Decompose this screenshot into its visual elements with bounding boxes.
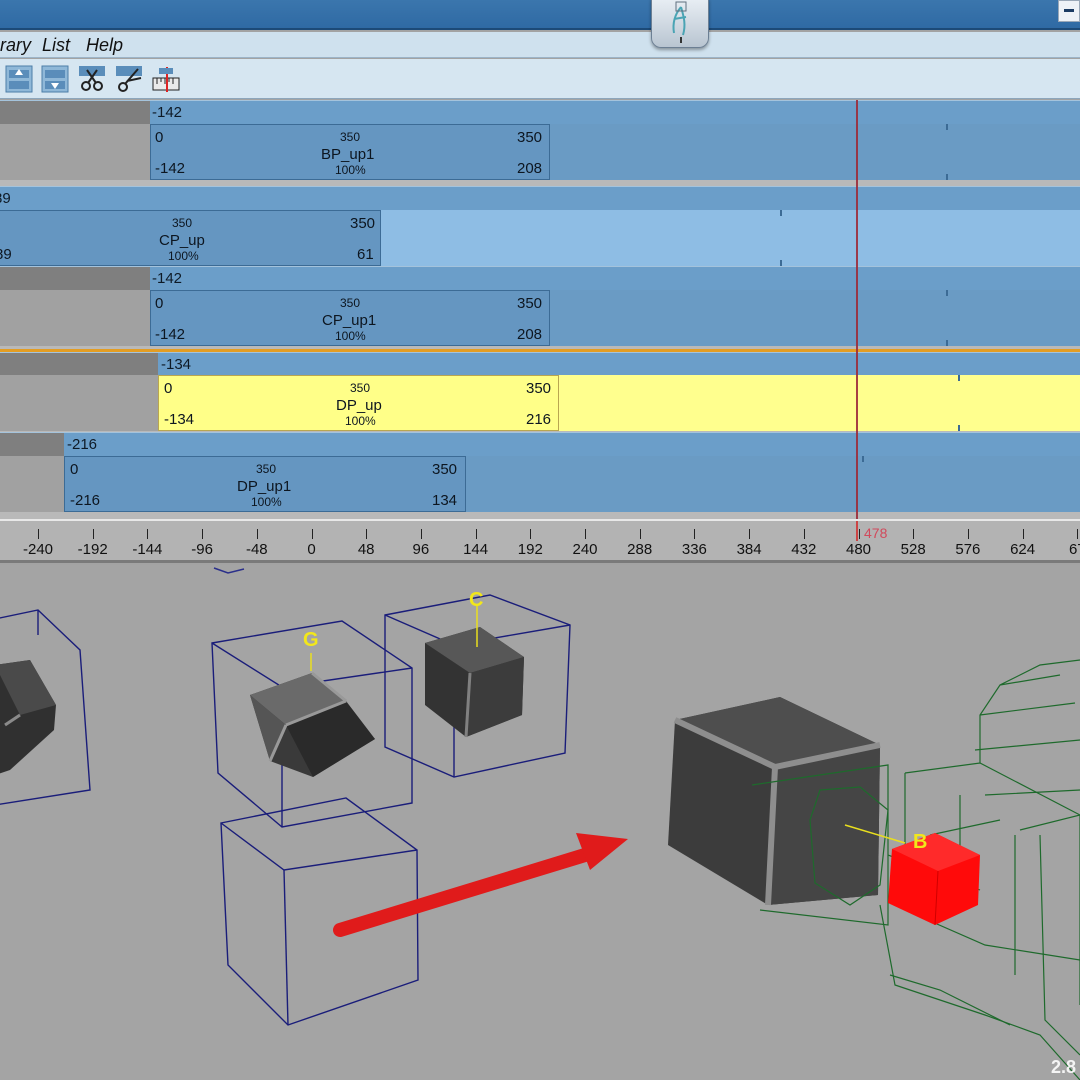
ruler-tick [639,529,641,539]
move-down-icon[interactable] [40,64,70,94]
track-row: 350 350 CP_up 100% 89 61 [0,210,1080,266]
ruler-label: 576 [955,541,981,558]
motion-arrow [333,833,628,937]
ruler-label: -48 [245,541,268,558]
toolbar [0,59,1080,99]
track-offset: -142 [152,270,183,287]
cut-clip-icon[interactable] [77,64,107,94]
track-offset: -216 [67,436,98,453]
ruler-label: 432 [791,541,817,558]
playhead[interactable] [856,100,858,520]
track-offset: -142 [152,104,183,121]
ruler-label: 192 [517,541,543,558]
menu-help[interactable]: Help [86,35,123,56]
current-frame-label: 478 [864,525,888,541]
track-header-selected[interactable]: -134 [0,352,1080,377]
ruler-tick [913,529,915,539]
object-label-g: G [303,629,319,651]
timeline-ruler-icon[interactable] [151,64,181,94]
clip-name: CP_up1 [322,312,377,329]
track-offset: 89 [0,190,11,207]
ruler-tick [1022,529,1024,539]
menu-list[interactable]: List [42,35,70,56]
ruler-label: 240 [572,541,598,558]
tilted-cube-g [250,653,375,777]
track-row: 0 350 350 DP_up1 100% -216 134 [0,456,1080,512]
track-row: 0 350 350 CP_up1 100% -142 208 [0,290,1080,346]
scene-canvas [0,567,1080,1080]
dark-cube [0,660,56,774]
object-label-c: C [469,589,484,611]
track-offset: -134 [161,356,192,373]
ruler-tick [256,529,258,539]
ruler-label: 528 [900,541,926,558]
title-bar [0,0,1080,48]
ruler-label: 480 [845,541,872,558]
clip-name: CP_up [159,232,205,249]
clip-bp-up1[interactable]: 0 350 350 BP_up1 100% -142 208 [150,124,550,180]
clip-dp-up1[interactable]: 0 350 350 DP_up1 100% -216 134 [64,456,466,512]
ruler-tick [475,529,477,539]
ruler-tick [858,529,860,539]
ruler-tick [749,529,751,539]
large-cube [668,697,881,906]
clip-cp-up1[interactable]: 0 350 350 CP_up1 100% -142 208 [150,290,550,346]
clip-name: BP_up1 [321,146,375,163]
ruler-label: -144 [132,541,163,558]
track-header[interactable]: 89 [0,186,1080,210]
track-row-selected: 0 350 350 DP_up 100% -134 216 [0,375,1080,431]
ruler-label: -240 [22,541,54,558]
ruler-label: 624 [1010,541,1036,558]
timeline-ruler[interactable]: 478 -240 -192 -144 -96 -48 0 48 96 144 192 240 288 3… [0,519,1080,563]
ruler-label: 144 [463,541,489,558]
ruler-label: 336 [681,541,707,558]
track-editor: -142 0 350 350 BP_up1 100% -142 208 89 3… [0,100,1080,520]
ruler-label: -96 [191,541,213,558]
track-header[interactable]: -142 [0,100,1080,125]
ruler-label: 288 [627,541,653,558]
ruler-tick [38,529,39,539]
minimize-button[interactable] [1058,0,1080,22]
move-up-icon[interactable] [4,64,34,94]
target-cube-b [888,833,980,926]
ruler-label: 48 [357,541,375,558]
ruler-label: 96 [412,541,430,558]
object-label-b: B [913,831,928,853]
ruler-label: 67 [1068,541,1080,558]
ruler-tick [1077,529,1079,539]
ruler-tick [530,529,532,539]
ruler-label: -192 [77,541,108,558]
ruler-tick [311,529,313,539]
track-header[interactable]: -216 [0,432,1080,457]
app-clock-icon[interactable] [651,0,709,48]
ruler-label: 384 [736,541,762,558]
ruler-tick [366,529,368,539]
clip-dp-up[interactable]: 0 350 350 DP_up 100% -134 216 [158,375,559,431]
ruler-tick [585,529,586,539]
menu-library[interactable]: rary [0,35,31,56]
ruler-tick [803,529,805,539]
ruler-tick [202,529,204,539]
track-header[interactable]: -142 [0,266,1080,291]
clip-cp-up[interactable]: 350 350 CP_up 100% 89 61 [0,210,381,266]
ruler-tick [420,529,422,539]
ruler-tick [92,529,94,539]
ruler-tick [147,529,149,539]
track-row: 0 350 350 BP_up1 100% -142 208 [0,124,1080,180]
ruler-tick [967,529,969,539]
viewport-corner-value: 2.8 [1050,1057,1076,1077]
ruler-tick [694,529,696,539]
menu-bar: rary List Help [0,32,1080,58]
ruler-label: 0 [307,541,316,558]
clip-name: DP_up1 [237,478,292,495]
clip-name: DP_up [336,397,382,414]
split-clip-icon[interactable] [114,64,144,94]
3d-viewport[interactable]: G C B 2.8 [0,565,1080,1080]
cube-c [425,605,524,738]
